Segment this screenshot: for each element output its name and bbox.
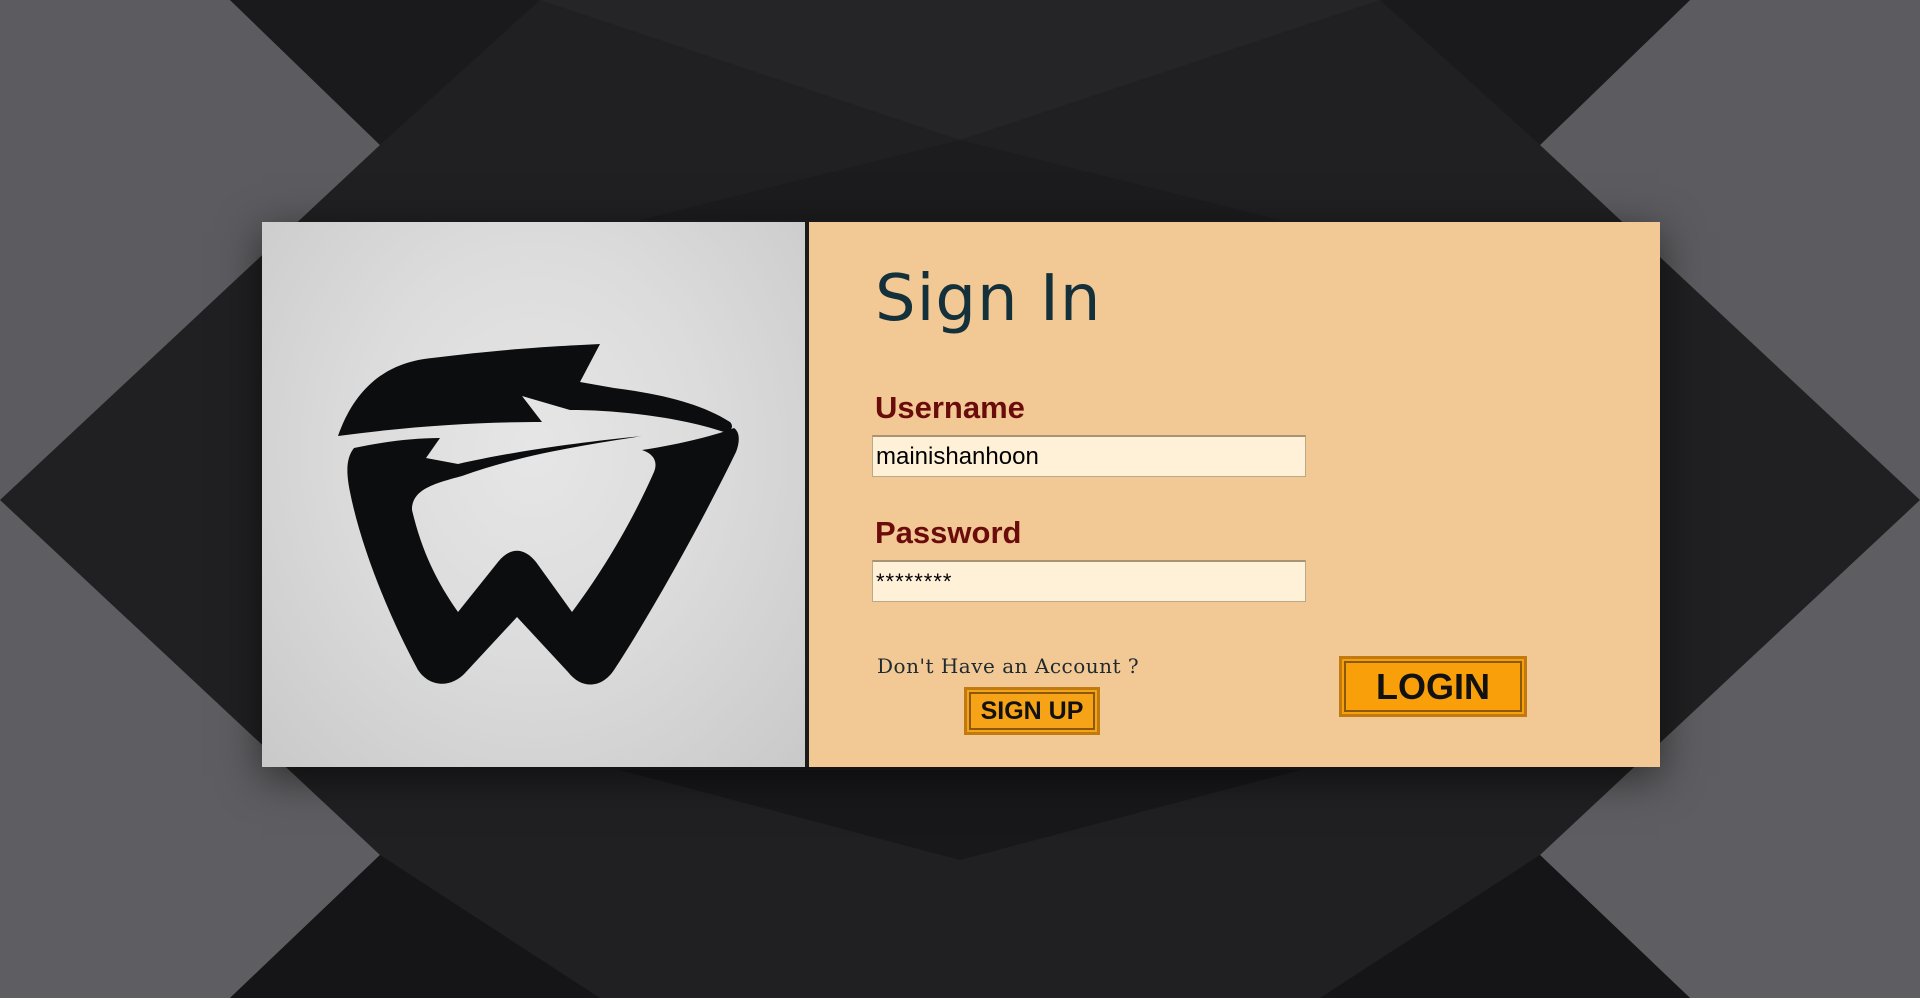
logo-panel: [262, 222, 805, 767]
page-title: Sign In: [875, 262, 1102, 336]
w-lightning-logo-icon: [338, 344, 739, 685]
password-input[interactable]: [872, 560, 1306, 602]
username-input[interactable]: [872, 435, 1306, 477]
login-card: Sign In Username Password Don't Have an …: [262, 222, 1660, 767]
login-button[interactable]: LOGIN: [1339, 656, 1527, 717]
form-panel: Sign In Username Password Don't Have an …: [809, 222, 1660, 767]
no-account-text: Don't Have an Account ?: [877, 654, 1140, 678]
signup-button[interactable]: SIGN UP: [964, 687, 1100, 735]
password-label: Password: [875, 515, 1022, 550]
username-label: Username: [875, 390, 1025, 425]
